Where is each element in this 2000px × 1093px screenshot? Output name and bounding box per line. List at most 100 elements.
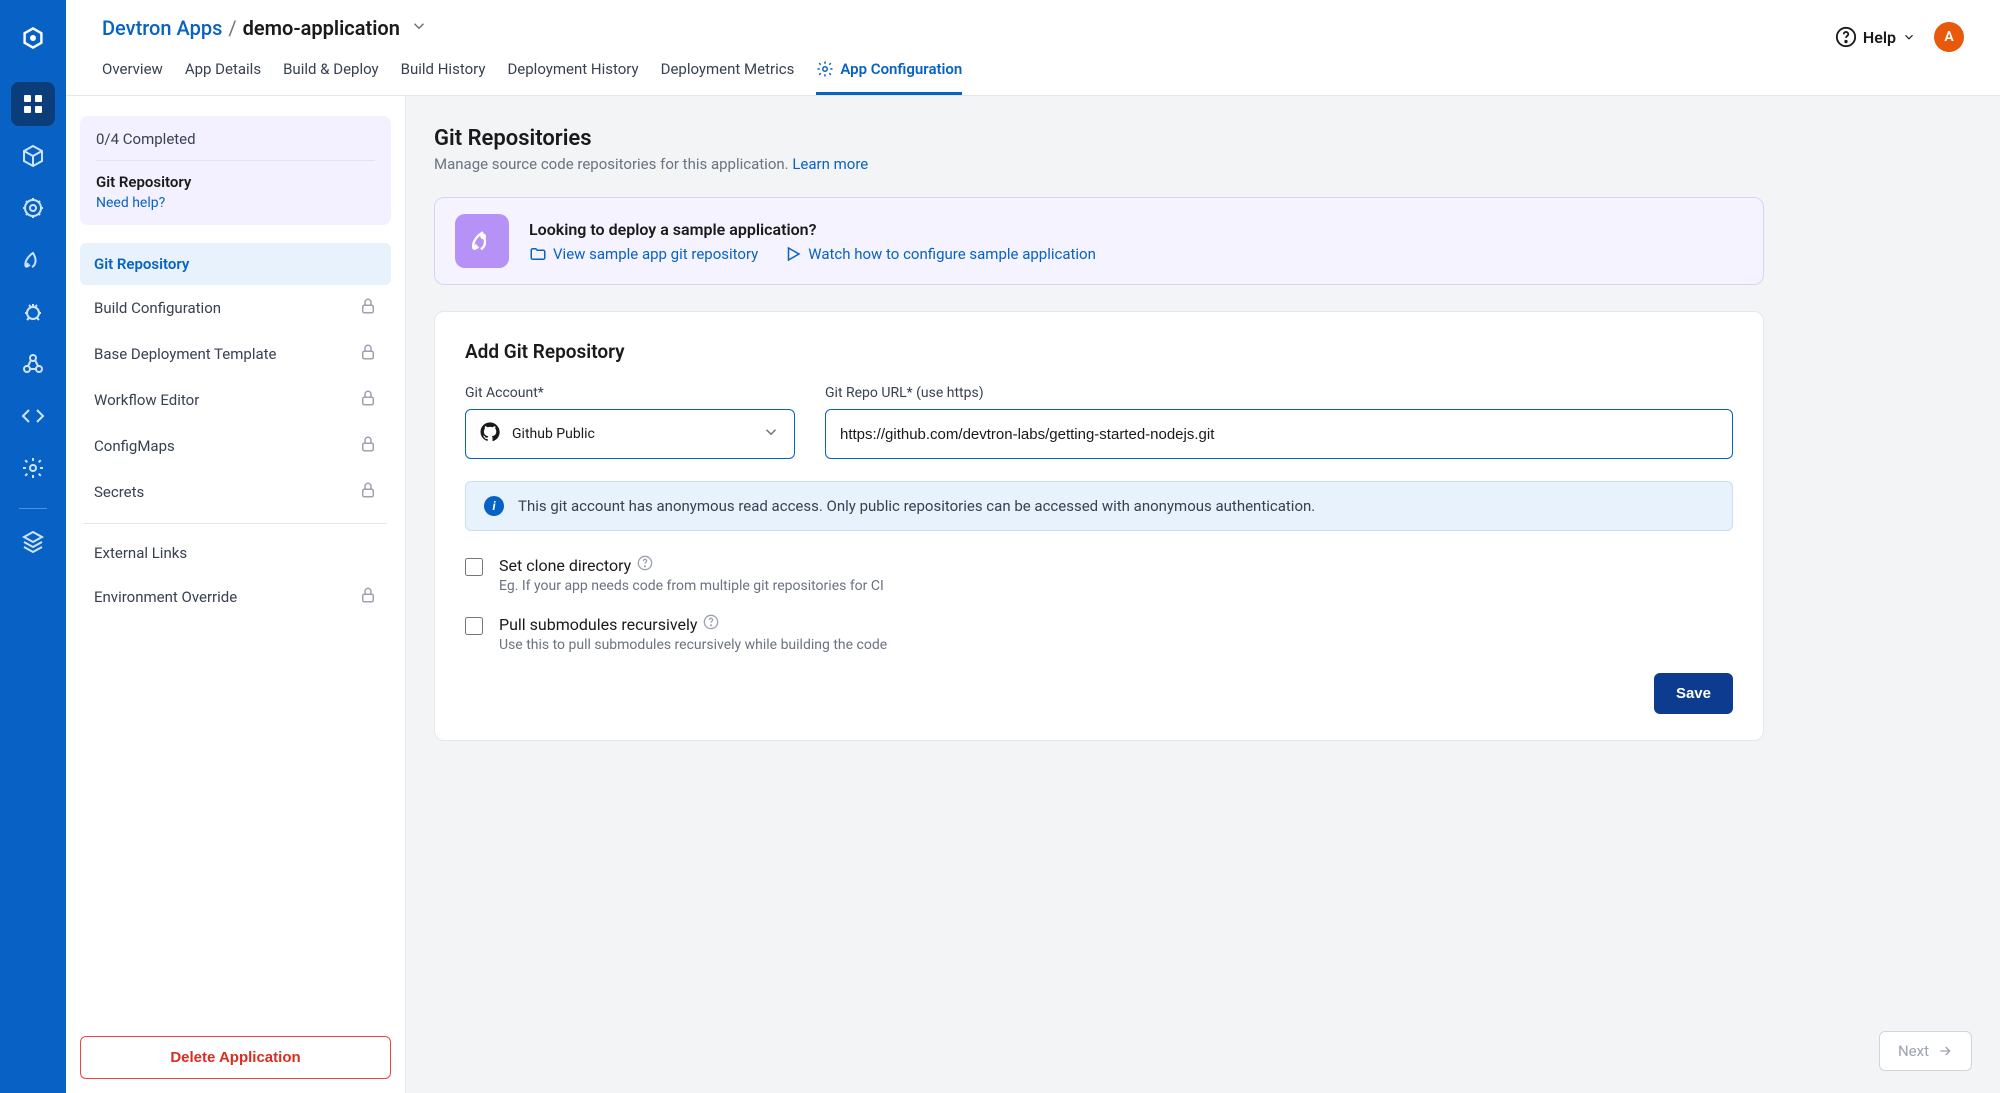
tab-app-configuration-label: App Configuration — [840, 60, 962, 78]
nav-label: ConfigMaps — [94, 437, 175, 455]
submodules-sub: Use this to pull submodules recursively … — [499, 637, 887, 653]
lock-icon — [359, 297, 377, 319]
rail-cluster[interactable] — [11, 342, 55, 386]
tab-overview[interactable]: Overview — [102, 52, 163, 95]
help-icon[interactable] — [703, 614, 719, 634]
option-clone-dir: Set clone directory Eg. If your app need… — [465, 555, 1733, 594]
config-sidebar: 0/4 Completed Git Repository Need help? … — [66, 96, 406, 1093]
nav-external-links[interactable]: External Links — [80, 532, 391, 574]
nav-label: Git Repository — [94, 255, 189, 273]
rail-divider — [19, 508, 47, 509]
next-button: Next — [1879, 1031, 1972, 1071]
url-label: Git Repo URL* (use https) — [825, 385, 1733, 401]
progress-step-title: Git Repository — [96, 173, 375, 191]
progress-count: 0/4 Completed — [96, 130, 375, 148]
nav-divider — [84, 523, 387, 524]
nav-base-deployment-template[interactable]: Base Deployment Template — [80, 331, 391, 377]
play-icon — [784, 245, 802, 263]
rail-rocket[interactable] — [11, 238, 55, 282]
nav-label: External Links — [94, 544, 187, 562]
next-label: Next — [1898, 1042, 1929, 1060]
breadcrumb-current: demo-application — [243, 16, 400, 40]
rail-helm[interactable] — [11, 186, 55, 230]
github-icon — [480, 422, 500, 446]
git-account-select[interactable]: Github Public — [465, 409, 795, 459]
tab-app-configuration[interactable]: App Configuration — [816, 52, 962, 95]
rocket-icon — [455, 214, 509, 268]
tab-build-deploy[interactable]: Build & Deploy — [283, 52, 379, 95]
nav-label: Environment Override — [94, 588, 237, 606]
rail-apps[interactable] — [11, 82, 55, 126]
info-banner: i This git account has anonymous read ac… — [465, 481, 1733, 531]
submodules-checkbox[interactable] — [465, 617, 483, 635]
need-help-link[interactable]: Need help? — [96, 195, 375, 211]
nav-workflow-editor[interactable]: Workflow Editor — [80, 377, 391, 423]
nav-label: Base Deployment Template — [94, 345, 276, 363]
tab-build-history[interactable]: Build History — [401, 52, 486, 95]
breadcrumb-root[interactable]: Devtron Apps — [102, 16, 222, 40]
arrow-right-icon — [1937, 1043, 1953, 1059]
chevron-down-icon[interactable] — [410, 16, 428, 40]
nav-label: Secrets — [94, 483, 144, 501]
form-card: Add Git Repository Git Account* Git — [434, 311, 1764, 741]
lock-icon — [359, 435, 377, 457]
topbar: Devtron Apps / demo-application Overview… — [66, 0, 2000, 96]
nav-build-configuration[interactable]: Build Configuration — [80, 285, 391, 331]
info-text: This git account has anonymous read acce… — [518, 497, 1315, 515]
chevron-down-icon — [1902, 30, 1916, 44]
help-label: Help — [1863, 28, 1896, 47]
breadcrumb: Devtron Apps / demo-application — [102, 16, 962, 40]
tab-app-details[interactable]: App Details — [185, 52, 261, 95]
rail-code[interactable] — [11, 394, 55, 438]
delete-application-button[interactable]: Delete Application — [80, 1036, 391, 1079]
nav-label: Build Configuration — [94, 299, 221, 317]
page-title: Git Repositories — [434, 126, 1764, 151]
avatar[interactable]: A — [1934, 22, 1964, 52]
lock-icon — [359, 586, 377, 608]
config-nav: Git Repository Build Configuration Base … — [80, 243, 391, 620]
nav-environment-override[interactable]: Environment Override — [80, 574, 391, 620]
sample-video-link[interactable]: Watch how to configure sample applicatio… — [784, 245, 1096, 263]
nav-label: Workflow Editor — [94, 391, 199, 409]
help-icon[interactable] — [637, 555, 653, 575]
rail-settings[interactable] — [11, 446, 55, 490]
lock-icon — [359, 389, 377, 411]
lock-icon — [359, 343, 377, 365]
content: Git Repositories Manage source code repo… — [406, 96, 2000, 1093]
tab-deployment-history[interactable]: Deployment History — [507, 52, 638, 95]
sample-repo-link[interactable]: View sample app git repository — [529, 245, 758, 263]
form-heading: Add Git Repository — [465, 340, 1733, 363]
logo — [13, 18, 53, 58]
lock-icon — [359, 481, 377, 503]
clone-dir-checkbox[interactable] — [465, 558, 483, 576]
help-button[interactable]: Help — [1835, 26, 1916, 48]
git-url-input[interactable] — [840, 426, 1718, 443]
nav-secrets[interactable]: Secrets — [80, 469, 391, 515]
sample-banner: Looking to deploy a sample application? … — [434, 197, 1764, 285]
page-subtitle: Manage source code repositories for this… — [434, 155, 1764, 173]
submodules-title: Pull submodules recursively — [499, 615, 697, 634]
info-icon: i — [484, 496, 504, 516]
progress-card: 0/4 Completed Git Repository Need help? — [80, 116, 391, 225]
nav-configmaps[interactable]: ConfigMaps — [80, 423, 391, 469]
account-label: Git Account* — [465, 385, 795, 401]
git-account-value: Github Public — [512, 426, 595, 442]
breadcrumb-sep: / — [228, 16, 236, 40]
tabs: Overview App Details Build & Deploy Buil… — [102, 52, 962, 95]
chevron-down-icon — [762, 423, 780, 445]
rail-layers[interactable] — [11, 519, 55, 563]
save-button[interactable]: Save — [1654, 673, 1733, 714]
sample-video-label: Watch how to configure sample applicatio… — [808, 245, 1096, 263]
option-submodules: Pull submodules recursively Use this to … — [465, 614, 1733, 653]
rail-cube[interactable] — [11, 134, 55, 178]
page-subtitle-text: Manage source code repositories for this… — [434, 155, 792, 173]
nav-git-repository[interactable]: Git Repository — [80, 243, 391, 285]
tab-deployment-metrics[interactable]: Deployment Metrics — [661, 52, 795, 95]
learn-more-link[interactable]: Learn more — [792, 155, 868, 173]
rail-bug[interactable] — [11, 290, 55, 334]
sample-repo-label: View sample app git repository — [553, 245, 758, 263]
clone-dir-title: Set clone directory — [499, 556, 631, 575]
folder-icon — [529, 245, 547, 263]
nav-rail — [0, 0, 66, 1093]
sample-title: Looking to deploy a sample application? — [529, 220, 1096, 239]
